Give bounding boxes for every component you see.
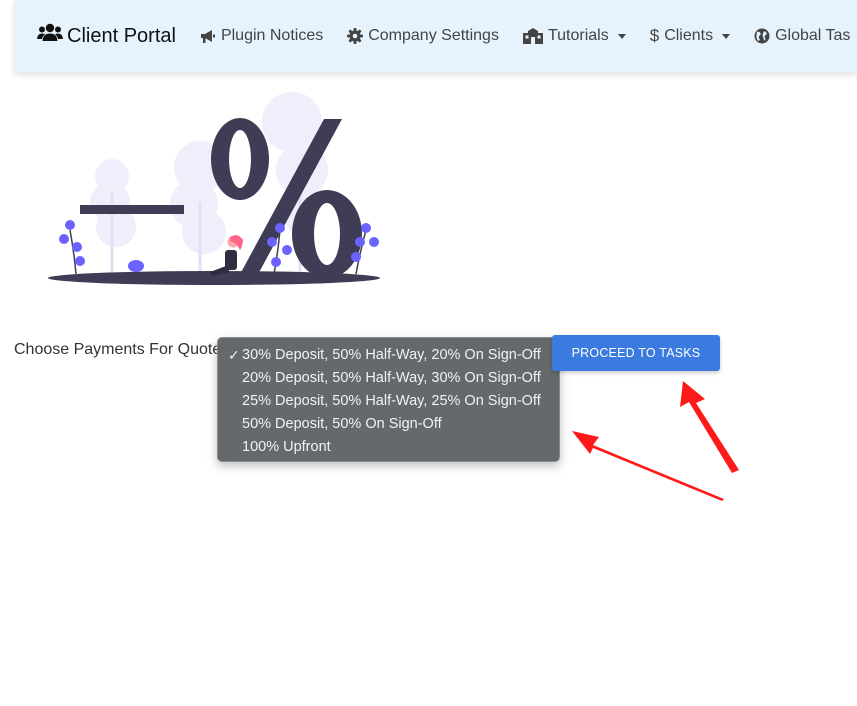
proceed-to-tasks-button[interactable]: PROCEED TO TASKS bbox=[552, 335, 720, 371]
nav-global-tasks[interactable]: Global Tas bbox=[754, 27, 850, 45]
chevron-down-icon bbox=[617, 33, 626, 39]
payment-option-label: 20% Deposit, 50% Half-Way, 30% On Sign-O… bbox=[242, 370, 541, 386]
megaphone-icon bbox=[200, 29, 216, 44]
brand-title: Client Portal bbox=[67, 24, 176, 47]
nav-company-settings-label: Company Settings bbox=[368, 27, 499, 44]
nav-plugin-notices-label: Plugin Notices bbox=[220, 27, 324, 44]
dollar-icon: $ bbox=[649, 26, 660, 45]
discount-illustration bbox=[48, 92, 380, 285]
payment-option[interactable]: 25% Deposit, 50% Half-Way, 25% On Sign-O… bbox=[218, 390, 559, 413]
users-icon bbox=[37, 23, 67, 49]
nav-plugin-notices[interactable]: Plugin Notices bbox=[200, 27, 323, 45]
payment-option[interactable]: ✓ 30% Deposit, 50% Half-Way, 20% On Sign… bbox=[218, 344, 559, 367]
arrow-to-dropdown bbox=[572, 431, 724, 501]
nav-tutorials[interactable]: Tutorials bbox=[522, 27, 626, 45]
payment-option[interactable]: 100% Upfront bbox=[218, 436, 559, 459]
nav-company-settings[interactable]: Company Settings bbox=[347, 27, 499, 45]
payment-option-label: 100% Upfront bbox=[242, 439, 331, 455]
payments-label: Choose Payments For Quote bbox=[14, 341, 222, 358]
payment-option-label: 25% Deposit, 50% Half-Way, 25% On Sign-O… bbox=[242, 393, 541, 409]
school-icon bbox=[522, 28, 543, 44]
payment-options-dropdown[interactable]: ✓ 30% Deposit, 50% Half-Way, 20% On Sign… bbox=[217, 337, 560, 462]
payment-option-label: 50% Deposit, 50% On Sign-Off bbox=[242, 416, 442, 432]
gear-icon bbox=[347, 28, 364, 44]
nav-clients[interactable]: $ Clients bbox=[649, 26, 731, 46]
nav-tutorials-label: Tutorials bbox=[547, 27, 609, 44]
arrow-to-button bbox=[680, 381, 739, 473]
top-navbar: Client Portal Plugin Notices Company Set… bbox=[14, 0, 857, 72]
brand-link[interactable]: Client Portal bbox=[37, 23, 176, 49]
globe-icon bbox=[754, 28, 770, 44]
payment-option-label: 30% Deposit, 50% Half-Way, 20% On Sign-O… bbox=[242, 347, 541, 363]
payment-option[interactable]: 20% Deposit, 50% Half-Way, 30% On Sign-O… bbox=[218, 367, 559, 390]
checkmark-icon: ✓ bbox=[228, 347, 240, 363]
payment-option[interactable]: 50% Deposit, 50% On Sign-Off bbox=[218, 413, 559, 436]
nav-clients-label: Clients bbox=[664, 27, 714, 44]
nav-global-tasks-label: Global Tas bbox=[775, 27, 851, 44]
chevron-down-icon bbox=[722, 33, 731, 39]
